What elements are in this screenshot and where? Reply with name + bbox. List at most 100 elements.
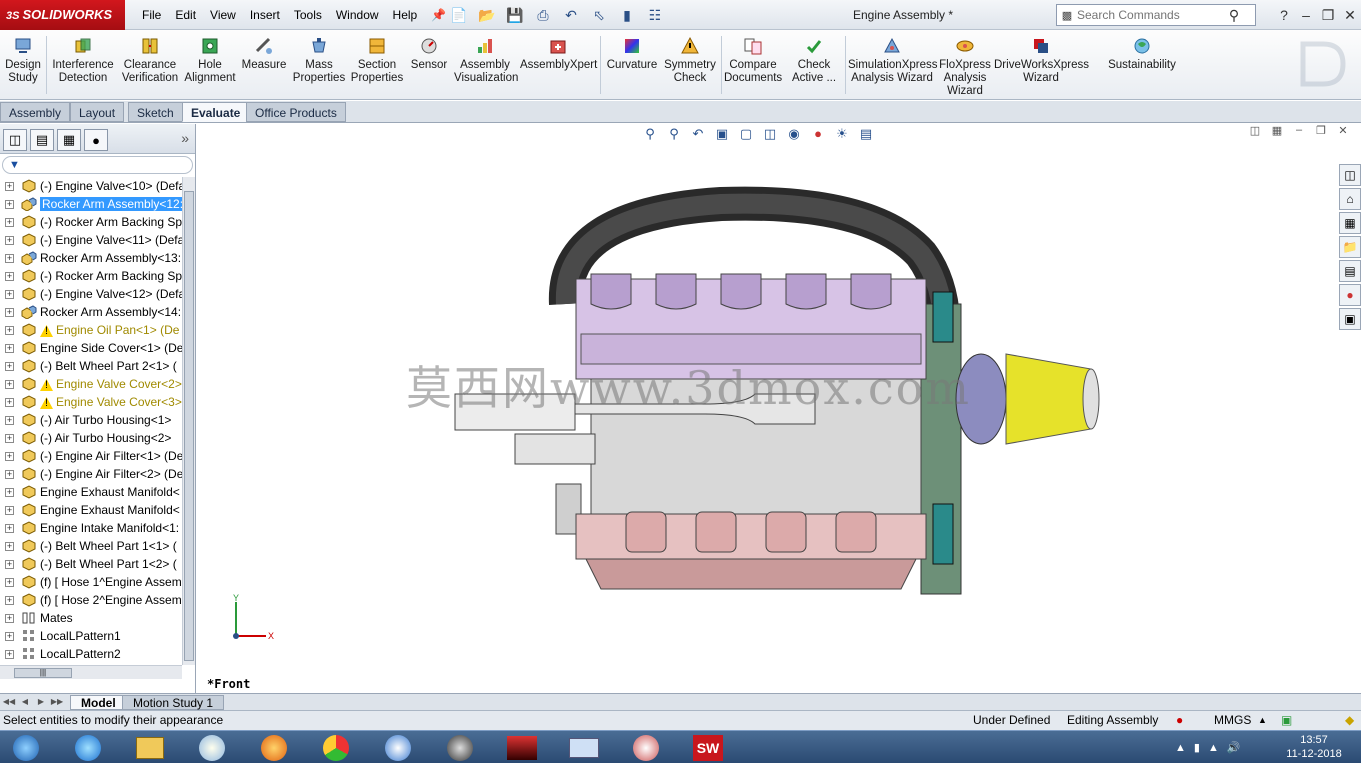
next-tab-icon[interactable]: ▶ xyxy=(34,695,48,709)
undo-icon[interactable]: ↶ xyxy=(558,4,584,26)
menu-help[interactable]: Help xyxy=(386,0,425,30)
sustainability-button[interactable]: Sustainability xyxy=(1104,36,1180,72)
tree-item[interactable]: + (-) Belt Wheel Part 1<2> ( xyxy=(0,555,182,573)
graphics-area[interactable]: ⚲ ⚲ ↶ ▣ ▢ ◫ ◉ ● ☀ ▤ ◫ ▦ – ❐ ✕ ◫ ⌂ ▦ 📁 ▤ … xyxy=(196,124,1361,693)
expand-toggle-icon[interactable]: + xyxy=(5,524,14,533)
menu-tools[interactable]: Tools xyxy=(287,0,329,30)
tree-item[interactable]: + (-) Engine Valve<10> (Defa xyxy=(0,177,182,195)
help-icon[interactable]: ? xyxy=(1273,7,1295,23)
tree-item[interactable]: + Engine Exhaust Manifold< xyxy=(0,501,182,519)
tab-sketch[interactable]: Sketch xyxy=(128,102,183,122)
minimize-icon[interactable]: – xyxy=(1295,7,1317,23)
tab-assembly[interactable]: Assembly xyxy=(0,102,71,122)
expand-toggle-icon[interactable]: + xyxy=(5,452,14,461)
viewport-minimize-icon[interactable]: – xyxy=(1291,124,1307,140)
units-selector[interactable]: MMGS xyxy=(1214,711,1251,730)
tree-filter[interactable]: ▼ xyxy=(2,156,193,174)
previous-view-icon[interactable]: ↶ xyxy=(688,126,708,144)
open-folder-icon[interactable]: 📂 xyxy=(474,4,500,26)
expand-toggle-icon[interactable]: + xyxy=(5,398,14,407)
section-view-icon[interactable]: ▣ xyxy=(712,126,732,144)
tree-item[interactable]: +! Engine Valve Cover<3> xyxy=(0,393,182,411)
viewport-close-icon[interactable]: ✕ xyxy=(1335,124,1351,140)
tree-item[interactable]: + Engine Exhaust Manifold< xyxy=(0,483,182,501)
display-style-icon[interactable]: ◫ xyxy=(760,126,780,144)
displaymanager-tab-icon[interactable]: ● xyxy=(84,129,108,151)
tree-item[interactable]: +! Engine Valve Cover<2> xyxy=(0,375,182,393)
last-tab-icon[interactable]: ▶▶ xyxy=(50,695,64,709)
expand-toggle-icon[interactable]: + xyxy=(5,596,14,605)
tree-item[interactable]: + (-) Belt Wheel Part 1<1> ( xyxy=(0,537,182,555)
sensor-button[interactable]: Sensor xyxy=(408,36,450,72)
custom-properties-icon[interactable]: ▣ xyxy=(1339,308,1361,330)
tree-item[interactable]: + LocalLPattern1 xyxy=(0,627,182,645)
first-tab-icon[interactable]: ◀◀ xyxy=(2,695,16,709)
expand-toggle-icon[interactable]: + xyxy=(5,236,14,245)
view-settings-icon[interactable]: ▤ xyxy=(856,126,876,144)
scrollbar-thumb[interactable]: ||| xyxy=(14,668,72,678)
expand-toggle-icon[interactable]: + xyxy=(5,560,14,569)
menu-edit[interactable]: Edit xyxy=(168,0,203,30)
game-app-icon[interactable] xyxy=(496,733,548,762)
search-commands-box[interactable]: ▩ ⚲ xyxy=(1056,4,1256,26)
apply-scene-icon[interactable]: ☀ xyxy=(832,126,852,144)
check-active-button[interactable]: Check Active ... xyxy=(786,36,842,85)
volume-icon[interactable]: 🔊 xyxy=(1227,741,1241,754)
tree-item[interactable]: +! Engine Oil Pan<1> (De xyxy=(0,321,182,339)
snipping-tool-icon[interactable] xyxy=(620,733,672,762)
file-explorer-icon[interactable]: 📁 xyxy=(1339,236,1361,258)
design-study-button[interactable]: Design Study xyxy=(4,36,42,85)
tab-motion-study-1[interactable]: Motion Study 1 xyxy=(122,695,225,710)
compare-documents-button[interactable]: Compare Documents xyxy=(724,36,782,85)
tree-item[interactable]: + Rocker Arm Assembly<14: xyxy=(0,303,182,321)
expand-toggle-icon[interactable]: + xyxy=(5,542,14,551)
expand-toggle-icon[interactable]: + xyxy=(5,632,14,641)
tree-vertical-scrollbar[interactable] xyxy=(182,177,195,665)
edit-appearance-icon[interactable]: ● xyxy=(808,126,828,144)
tree-item[interactable]: + (-) Engine Valve<12> (Defa xyxy=(0,285,182,303)
expand-toggle-icon[interactable]: + xyxy=(5,470,14,479)
symmetry-check-button[interactable]: Symmetry Check xyxy=(662,36,718,85)
save-icon[interactable]: 💾 xyxy=(502,4,528,26)
solidworks-resources-icon[interactable]: ◫ xyxy=(1339,164,1361,186)
tag-icon[interactable]: ◆ xyxy=(1345,711,1354,730)
expand-toggle-icon[interactable]: + xyxy=(5,344,14,353)
start-button[interactable] xyxy=(0,733,52,762)
select-pointer-icon[interactable]: ⬁ xyxy=(586,4,612,26)
expand-toggle-icon[interactable]: + xyxy=(5,326,14,335)
tree-item[interactable]: + Engine Intake Manifold<1: xyxy=(0,519,182,537)
home-icon[interactable]: ⌂ xyxy=(1339,188,1361,210)
driveworksxpress-button[interactable]: DriveWorksXpress Wizard xyxy=(994,36,1089,85)
expand-toggle-icon[interactable]: + xyxy=(5,290,14,299)
tree-item[interactable]: + (-) Rocker Arm Backing Sp xyxy=(0,213,182,231)
expand-toggle-icon[interactable]: + xyxy=(5,272,14,281)
rebuild-status-icon[interactable]: ● xyxy=(1176,711,1183,730)
print-icon[interactable]: ⎙ xyxy=(530,4,556,26)
expand-toggle-icon[interactable]: + xyxy=(5,308,14,317)
menu-view[interactable]: View xyxy=(203,0,243,30)
options-icon[interactable]: ☷ xyxy=(642,4,668,26)
zoom-to-area-icon[interactable]: ⚲ xyxy=(664,126,684,144)
design-library-icon[interactable]: ▦ xyxy=(1339,212,1361,234)
appearances-icon[interactable]: ● xyxy=(1339,284,1361,306)
configurationmanager-tab-icon[interactable]: ▦ xyxy=(57,129,81,151)
tree-item[interactable]: + (-) Rocker Arm Backing Sp xyxy=(0,267,182,285)
expand-toggle-icon[interactable]: + xyxy=(5,650,14,659)
expand-toggle-icon[interactable]: + xyxy=(5,254,14,263)
menu-file[interactable]: File xyxy=(135,0,168,30)
search-input[interactable] xyxy=(1077,8,1223,22)
tree-item[interactable]: + (f) [ Hose 1^Engine Assem xyxy=(0,573,182,591)
expand-toggle-icon[interactable]: + xyxy=(5,578,14,587)
battery-icon[interactable]: ▮ xyxy=(1194,741,1200,754)
expand-toggle-icon[interactable]: + xyxy=(5,182,14,191)
units-dropdown-icon[interactable]: ▲ xyxy=(1258,711,1267,730)
rebuild-icon[interactable]: ▮ xyxy=(614,4,640,26)
expand-toggle-icon[interactable]: + xyxy=(5,362,14,371)
tab-layout[interactable]: Layout xyxy=(70,102,125,122)
keyboard-app-icon[interactable] xyxy=(558,733,610,762)
tree-item[interactable]: + (-) Engine Air Filter<1> (De xyxy=(0,447,182,465)
new-document-icon[interactable]: 📄 xyxy=(446,4,472,26)
tree-item[interactable]: + (-) Air Turbo Housing<1> xyxy=(0,411,182,429)
tree-item[interactable]: + Mates xyxy=(0,609,182,627)
assemblyxpert-button[interactable]: AssemblyXpert xyxy=(520,36,597,72)
